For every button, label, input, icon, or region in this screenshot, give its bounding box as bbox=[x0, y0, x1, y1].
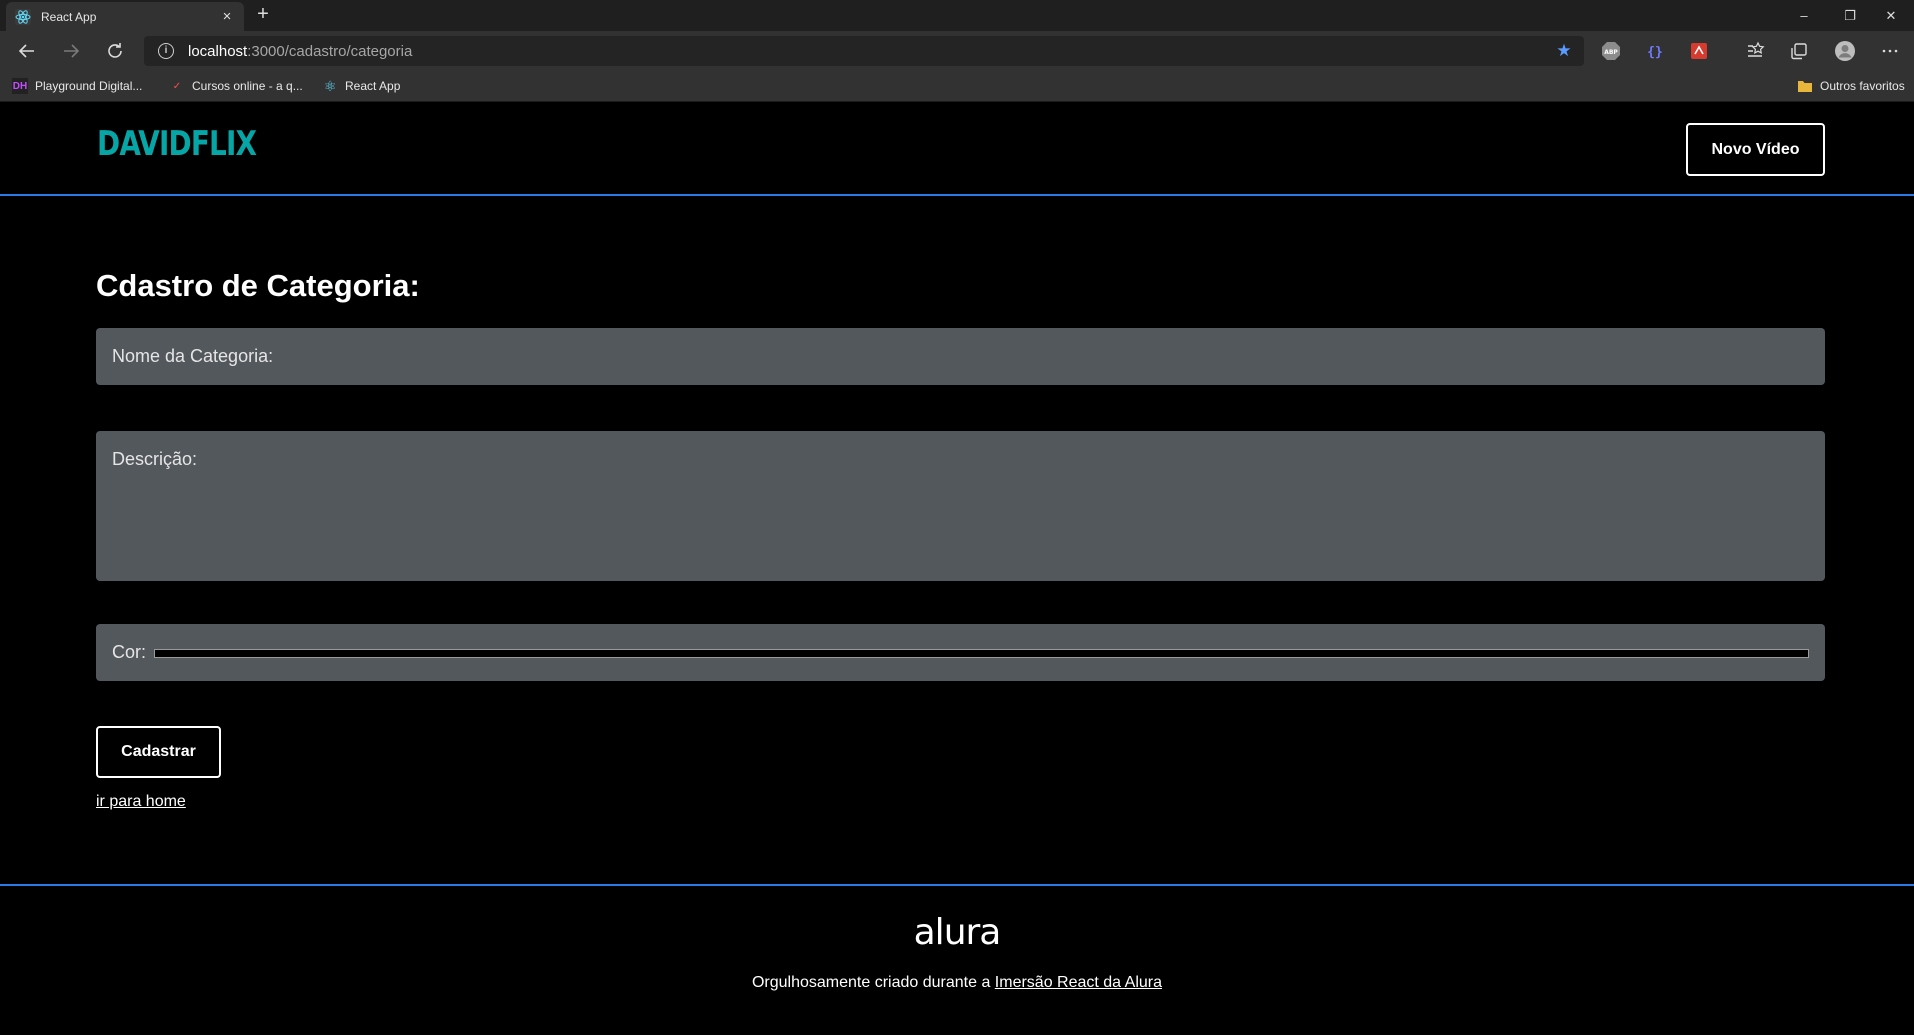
svg-text:ABP: ABP bbox=[1604, 49, 1618, 56]
imersao-link[interactable]: Imersão React da Alura bbox=[995, 974, 1162, 991]
udemy-favicon-icon: ✓ bbox=[172, 80, 182, 92]
bookmark-react-app[interactable]: ⚛ React App bbox=[322, 71, 401, 101]
site-footer: alura Orgulhosamente criado durante a Im… bbox=[0, 884, 1914, 1035]
page-content: DAVIDFLIX Novo Vídeo Cdastro de Categori… bbox=[0, 102, 1914, 1035]
react-favicon-icon: ⚛ bbox=[323, 77, 337, 94]
credit-text: Orgulhosamente criado durante a bbox=[751, 974, 995, 991]
adblock-extension-icon[interactable]: ABP bbox=[1599, 39, 1623, 63]
other-favorites[interactable]: Outros favoritos bbox=[1797, 71, 1905, 101]
devtools-extension-icon[interactable] bbox=[1687, 39, 1711, 63]
category-name-label: Nome da Categoria: bbox=[112, 346, 274, 366]
browser-tab[interactable]: React App × bbox=[6, 2, 244, 31]
favorite-star-icon[interactable]: ★ bbox=[1552, 41, 1576, 61]
window-close-icon[interactable]: ✕ bbox=[1868, 0, 1914, 31]
footer-credit: Orgulhosamente criado durante a Imersão … bbox=[0, 974, 1914, 992]
reload-icon[interactable] bbox=[100, 37, 130, 65]
collections-icon[interactable] bbox=[1787, 39, 1811, 63]
dh-favicon-icon: DH bbox=[12, 78, 28, 94]
home-link[interactable]: ir para home bbox=[96, 793, 186, 811]
color-picker-input[interactable] bbox=[154, 649, 1809, 658]
more-menu-icon[interactable] bbox=[1878, 39, 1902, 63]
bookmark-playground[interactable]: DH Playground Digital... bbox=[12, 71, 142, 101]
bookmark-label: React App bbox=[345, 79, 401, 93]
description-label: Descrição: bbox=[112, 449, 198, 469]
bookmark-cursos[interactable]: ✓ Cursos online - a q... bbox=[169, 71, 303, 101]
restore-icon[interactable]: ❐ bbox=[1827, 0, 1873, 31]
site-info-icon[interactable]: i bbox=[158, 43, 174, 59]
new-tab-button[interactable]: + bbox=[252, 4, 274, 26]
site-header: DAVIDFLIX Novo Vídeo bbox=[0, 102, 1914, 196]
svg-text:{}: {} bbox=[1647, 45, 1663, 60]
other-favorites-label: Outros favoritos bbox=[1820, 79, 1905, 93]
back-icon[interactable] bbox=[12, 37, 42, 65]
bookmarks-bar: DH Playground Digital... ✓ Cursos online… bbox=[0, 71, 1914, 102]
davidflix-logo[interactable]: DAVIDFLIX bbox=[97, 124, 257, 164]
folder-icon bbox=[1797, 78, 1813, 94]
url-text: localhost:3000/cadastro/categoria bbox=[188, 42, 413, 60]
react-favicon-icon bbox=[15, 8, 31, 25]
tab-title: React App bbox=[41, 9, 97, 24]
category-name-field[interactable]: Nome da Categoria: bbox=[96, 328, 1825, 385]
json-extension-icon[interactable]: {} bbox=[1643, 39, 1667, 63]
tab-close-icon[interactable]: × bbox=[219, 8, 235, 25]
browser-tab-bar: React App × + – ❐ ✕ bbox=[0, 0, 1914, 31]
page-title: Cdastro de Categoria: bbox=[96, 268, 420, 303]
bookmark-label: Playground Digital... bbox=[35, 79, 143, 93]
description-field[interactable]: Descrição: bbox=[96, 431, 1825, 581]
profile-avatar-icon[interactable] bbox=[1833, 39, 1857, 63]
forward-icon[interactable] bbox=[56, 37, 86, 65]
minimize-icon[interactable]: – bbox=[1781, 0, 1827, 31]
new-video-button[interactable]: Novo Vídeo bbox=[1686, 123, 1825, 176]
alura-logo[interactable]: alura bbox=[0, 912, 1914, 953]
address-bar[interactable]: i localhost:3000/cadastro/categoria ★ bbox=[144, 36, 1584, 66]
submit-button[interactable]: Cadastrar bbox=[96, 726, 221, 778]
browser-toolbar: i localhost:3000/cadastro/categoria ★ AB… bbox=[0, 31, 1914, 71]
color-field: Cor: bbox=[96, 624, 1825, 681]
bookmark-label: Cursos online - a q... bbox=[192, 79, 303, 93]
category-form: Cdastro de Categoria: Nome da Categoria:… bbox=[96, 268, 1825, 810]
favorites-list-icon[interactable] bbox=[1743, 39, 1767, 63]
color-label: Cor: bbox=[112, 642, 147, 662]
